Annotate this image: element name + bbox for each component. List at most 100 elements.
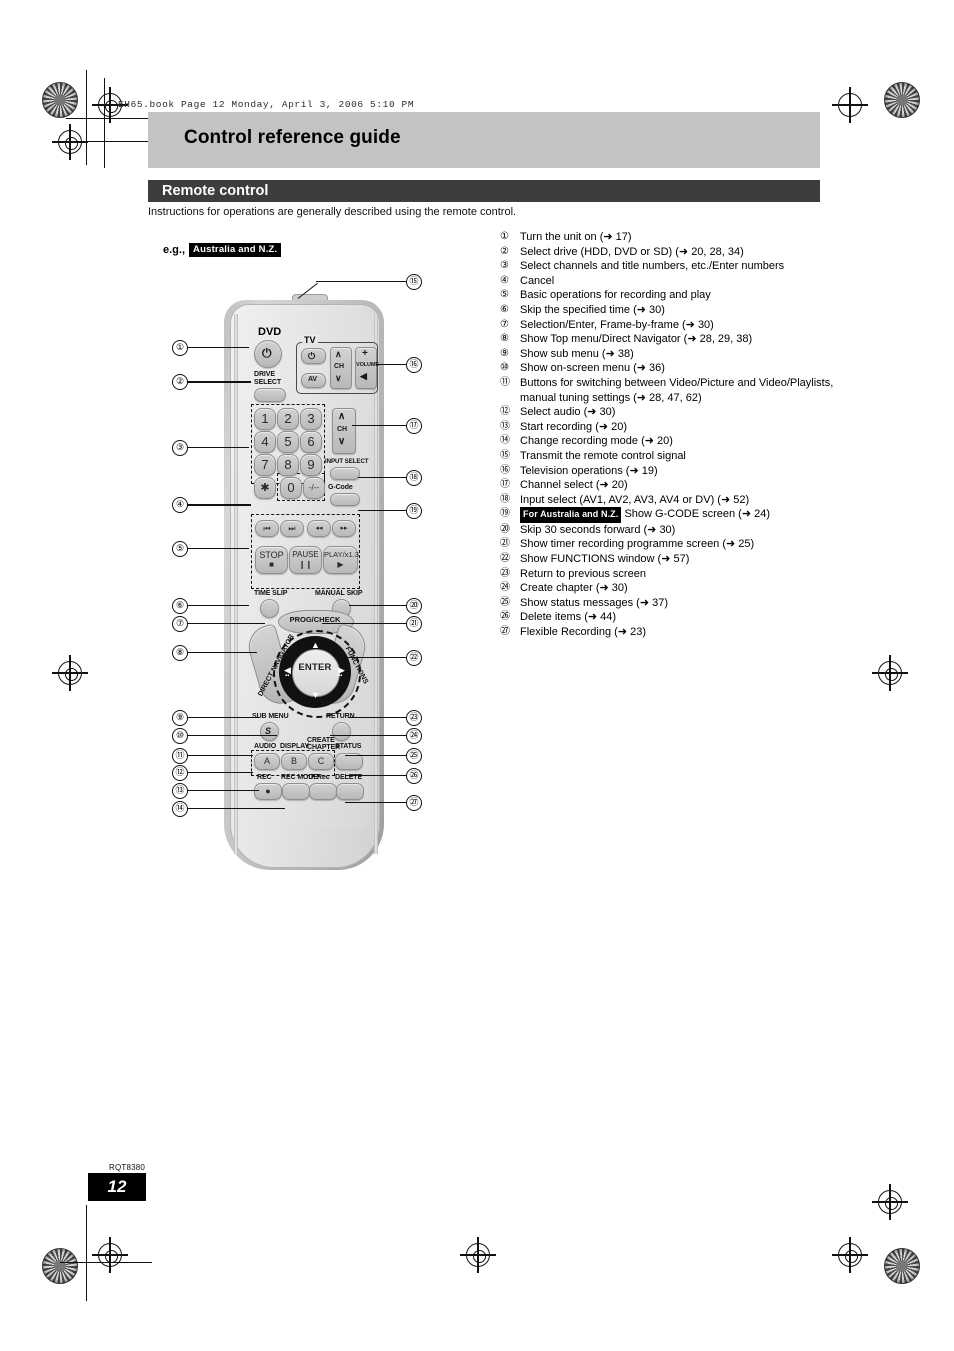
drive-select-button[interactable] <box>254 388 286 402</box>
fast-forward-button[interactable]: ▸▸ <box>332 520 356 537</box>
chevron-up-icon: ∧ <box>335 349 342 359</box>
registration-mark-top-right <box>832 87 868 123</box>
example-label-group: e.g., Australia and N.Z. <box>163 243 282 257</box>
leader-9 <box>187 717 259 719</box>
legend-item: ㉓ Return to previous screen <box>500 567 840 582</box>
callout-16: ⑯ <box>406 357 422 373</box>
key-5[interactable]: 5 <box>277 431 299 453</box>
key-6-label: 6 <box>307 434 315 449</box>
legend-item: ⑪ Buttons for switching between Video/Pic… <box>500 376 840 405</box>
key-dash[interactable]: -/-- <box>303 477 325 499</box>
leader-21 <box>322 623 406 625</box>
tv-group-label: TV <box>302 335 318 345</box>
callout-25: ㉕ <box>406 748 422 764</box>
legend-item-text: Turn the unit on (➜ 17) <box>520 231 632 243</box>
legend-item-number: ⑧ <box>500 333 509 345</box>
print-rosette-bottom-right <box>884 1248 920 1284</box>
tv-ch-label: CH <box>334 363 344 370</box>
gcode-label: G-Code <box>328 484 353 491</box>
legend-item: ① Turn the unit on (➜ 17) <box>500 230 840 245</box>
button-c-label: C <box>317 756 325 766</box>
legend-item: ⑨ Show sub menu (➜ 38) <box>500 347 840 362</box>
legend-item-number: ㉔ <box>500 582 510 594</box>
leader-11 <box>187 755 253 757</box>
callout-23: ㉓ <box>406 710 422 726</box>
input-select-button[interactable] <box>330 467 360 480</box>
callout-13: ⑬ <box>172 783 188 799</box>
ch-rocker-label: CH <box>337 426 347 433</box>
skip-next-button[interactable]: ⏭ <box>280 520 304 537</box>
play-button[interactable]: PLAY/x1.3 ▶ <box>323 546 359 574</box>
button-b[interactable]: B <box>281 753 307 770</box>
rec-mode-button[interactable] <box>282 783 310 800</box>
legend-item-text: Channel select (➜ 20) <box>520 479 628 492</box>
leader-27 <box>345 802 406 804</box>
gcode-button[interactable] <box>330 493 360 506</box>
skip-previous-button[interactable]: ⏮ <box>255 520 279 537</box>
legend-item-number: ⑨ <box>500 347 509 359</box>
key-1-label: 1 <box>261 411 269 426</box>
f-rec-button[interactable] <box>309 783 337 800</box>
key-cancel-star[interactable]: ✱ <box>254 477 276 499</box>
legend-item-number: ⑮ <box>500 449 510 461</box>
button-c[interactable]: C <box>308 753 334 770</box>
legend-item-number: ⑯ <box>500 464 510 476</box>
callout-1: ① <box>172 340 188 356</box>
create-chapter-label-line1: CREATE <box>307 737 335 744</box>
key-6[interactable]: 6 <box>300 431 322 453</box>
key-3[interactable]: 3 <box>300 408 322 430</box>
callout-15: ⑮ <box>406 274 422 290</box>
input-select-label: INPUT SELECT <box>325 458 369 465</box>
legend-item-text: Show FUNCTIONS window (➜ 57) <box>520 553 690 566</box>
key-1[interactable]: 1 <box>254 408 276 430</box>
delete-button[interactable] <box>336 783 364 800</box>
chevron-down-icon: ∨ <box>335 373 342 383</box>
legend-item-number: ㉗ <box>500 626 510 638</box>
arrow-down-icon[interactable]: ▼ <box>311 690 320 700</box>
page-title: Control reference guide <box>184 127 401 148</box>
key-0-label: 0 <box>287 480 295 495</box>
leader-10 <box>187 735 277 737</box>
key-star-label: ✱ <box>260 482 270 494</box>
leader-5 <box>187 548 249 550</box>
key-4[interactable]: 4 <box>254 431 276 453</box>
time-slip-button[interactable] <box>260 599 279 618</box>
pause-button[interactable]: PAUSE ❙❙ <box>289 546 322 574</box>
key-dash-label: -/-- <box>308 483 320 492</box>
arrow-up-icon[interactable]: ▲ <box>311 640 320 650</box>
tv-av-label: AV <box>308 376 318 383</box>
drive-select-label-line2: SELECT <box>254 379 282 386</box>
legend-item-text: Select channels and title numbers, etc./… <box>520 260 785 273</box>
enter-label: ENTER <box>298 662 332 673</box>
legend-item-text: Show status messages (➜ 37) <box>520 596 669 609</box>
key-0[interactable]: 0 <box>280 477 302 499</box>
key-7[interactable]: 7 <box>254 454 276 476</box>
legend-item-number: ⑭ <box>500 435 510 447</box>
stop-icon: ■ <box>269 560 274 569</box>
time-slip-label: TIME SLIP <box>254 590 288 597</box>
key-8[interactable]: 8 <box>277 454 299 476</box>
rewind-button[interactable]: ◂◂ <box>307 520 331 537</box>
key-7-label: 7 <box>261 457 269 472</box>
legend-item: ⑱ Input select (AV1, AV2, AV3, AV4 or DV)… <box>500 493 840 508</box>
key-4-label: 4 <box>261 434 269 449</box>
legend-item-text: Create chapter (➜ 30) <box>520 582 628 595</box>
legend-item: ㉕ Show status messages (➜ 37) <box>500 596 840 611</box>
legend-item: ⑭ Change recording mode (➜ 20) <box>500 434 840 449</box>
page-number: 12 <box>107 1177 127 1196</box>
manual-skip-label: MANUAL SKIP <box>315 590 363 597</box>
key-9[interactable]: 9 <box>300 454 322 476</box>
key-2[interactable]: 2 <box>277 408 299 430</box>
legend-item: ㉒ Show FUNCTIONS window (➜ 57) <box>500 552 840 567</box>
legend-item-number: ③ <box>500 260 509 272</box>
stop-button[interactable]: STOP ■ <box>255 546 288 574</box>
legend-item: ⑫ Select audio (➜ 30) <box>500 405 840 420</box>
rec-button[interactable]: ● <box>254 783 282 800</box>
button-a-label: A <box>263 756 270 766</box>
legend-item: ⑥ Skip the specified time (➜ 30) <box>500 303 840 318</box>
legend-item-number: ㉓ <box>500 567 510 579</box>
button-a[interactable]: A <box>254 753 280 770</box>
callout-12: ⑫ <box>172 765 188 781</box>
registration-mark-bottom-center <box>460 1237 496 1273</box>
leader-24 <box>330 735 406 737</box>
